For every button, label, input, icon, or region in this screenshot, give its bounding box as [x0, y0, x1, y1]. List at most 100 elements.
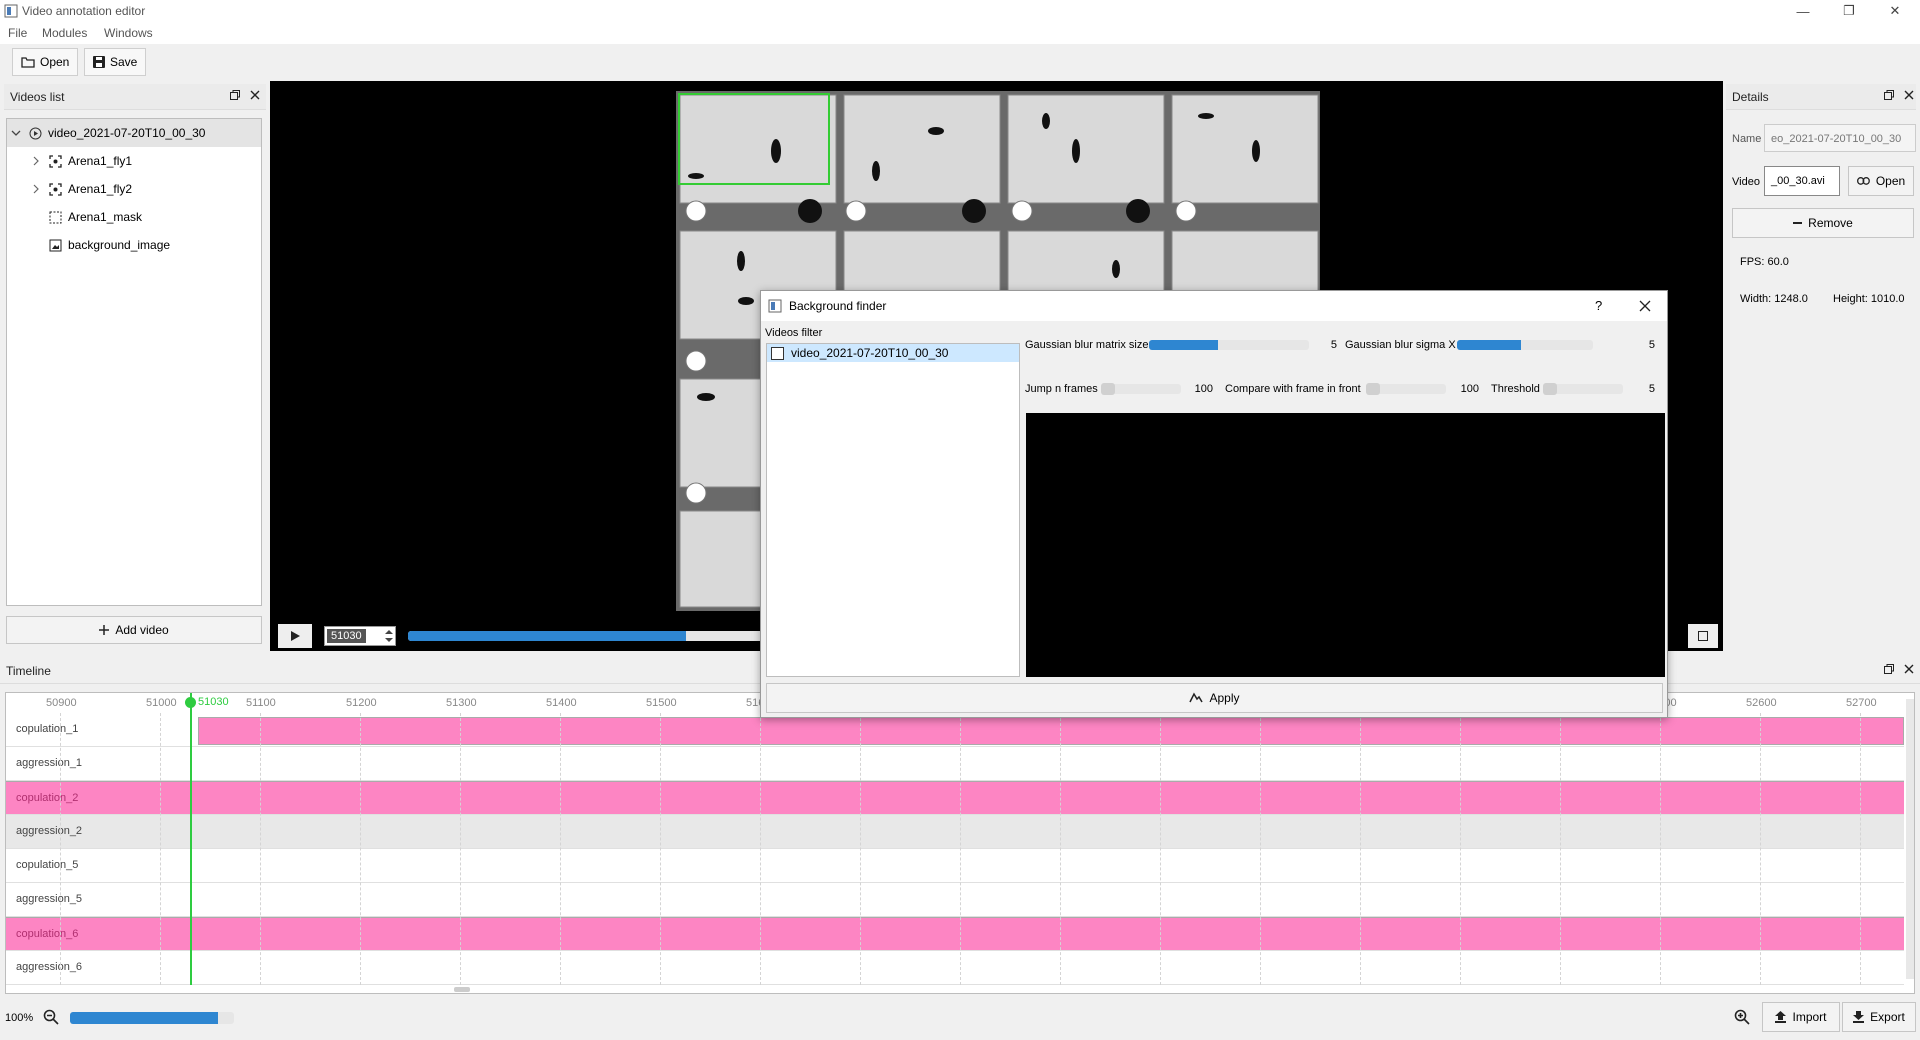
grid-line [60, 713, 61, 985]
tree-item-fly2[interactable]: Arena1_fly2 [7, 175, 261, 203]
param-value: 5 [1330, 339, 1337, 351]
grid-line [1460, 713, 1461, 985]
float-icon[interactable] [1884, 90, 1894, 100]
remove-button[interactable]: Remove [1732, 208, 1914, 238]
import-button[interactable]: Import [1762, 1002, 1840, 1032]
videos-tree: video_2021-07-20T10_00_30 Arena1_fly1 Ar… [6, 118, 262, 606]
param-value: 5 [1648, 383, 1655, 395]
height-value: Height: 1010.0 [1833, 293, 1905, 305]
grid-line [960, 713, 961, 985]
track-label: copulation_6 [16, 928, 79, 940]
param-value: 5 [1648, 339, 1655, 351]
frame-input[interactable]: 51030 [327, 629, 366, 643]
apply-button[interactable]: Apply [766, 683, 1663, 713]
gaussian-sigma-slider[interactable] [1457, 340, 1593, 350]
filter-item-label: video_2021-07-20T10_00_30 [791, 346, 949, 360]
float-icon[interactable] [230, 90, 240, 100]
tree-item-background[interactable]: background_image [7, 231, 261, 259]
annotation-bar[interactable] [198, 717, 1904, 745]
videos-list-title: Videos list [4, 84, 266, 110]
close-icon[interactable] [1904, 90, 1914, 100]
play-icon [290, 631, 300, 641]
name-field[interactable]: eo_2021-07-20T10_00_30 [1764, 124, 1916, 152]
restore-button[interactable]: ❐ [1826, 0, 1872, 22]
close-window-button[interactable]: ✕ [1872, 0, 1918, 22]
timeline-hscroll-handle[interactable] [454, 987, 470, 992]
timeline-cursor-handle[interactable] [185, 697, 196, 708]
grid-line [560, 713, 561, 985]
name-label: Name [1732, 133, 1762, 145]
export-label: Export [1870, 1010, 1905, 1024]
grid-line [860, 713, 861, 985]
ruler-tick-label: 51100 [246, 697, 276, 709]
selected-arena-box[interactable] [678, 93, 830, 185]
zoom-out-icon[interactable] [43, 1009, 59, 1025]
timeline-track[interactable]: copulation_5 [6, 849, 1904, 883]
chevron-right-icon[interactable] [31, 156, 41, 166]
param-label: Threshold [1491, 383, 1540, 395]
zoom-in-icon[interactable] [1734, 1009, 1750, 1025]
fps-value: FPS: 60.0 [1740, 256, 1789, 268]
background-finder-dialog: Background finder ? Videos filter video_… [760, 290, 1668, 718]
ruler-tick-label: 52700 [1846, 697, 1877, 709]
minimize-button[interactable]: — [1780, 0, 1826, 22]
video-label: Video [1732, 176, 1760, 188]
close-icon[interactable] [1904, 664, 1914, 674]
save-button[interactable]: Save [84, 48, 147, 76]
spin-arrows-icon[interactable] [385, 629, 393, 643]
video-icon [29, 127, 42, 140]
track-label: aggression_1 [16, 757, 83, 769]
timeline-track[interactable]: copulation_1 [6, 713, 1904, 747]
timeline-track[interactable]: aggression_5 [6, 883, 1904, 917]
track-label: copulation_1 [16, 723, 79, 735]
grid-line [660, 713, 661, 985]
timeline-track[interactable]: copulation_2 [6, 781, 1904, 815]
tree-item-mask[interactable]: Arena1_mask [7, 203, 261, 231]
chevron-right-icon[interactable] [31, 184, 41, 194]
float-icon[interactable] [1884, 664, 1894, 674]
play-button[interactable] [278, 624, 312, 648]
frame-spinbox[interactable]: 51030 [324, 626, 396, 646]
filter-item[interactable]: video_2021-07-20T10_00_30 [767, 344, 1019, 362]
help-button[interactable]: ? [1595, 298, 1602, 313]
open-video-label: Open [1875, 174, 1906, 188]
jump-frames-slider[interactable] [1101, 383, 1181, 395]
tree-item-fly1[interactable]: Arena1_fly1 [7, 147, 261, 175]
timeline-track[interactable]: aggression_6 [6, 951, 1904, 985]
timeline-vscroll[interactable] [1906, 699, 1914, 979]
image-icon [49, 239, 62, 252]
open-button[interactable]: Open [12, 48, 79, 76]
timeline-panel[interactable]: 5090051000511005120051300514005150051600… [5, 692, 1915, 994]
tree-item-label: video_2021-07-20T10_00_30 [48, 126, 206, 140]
slider-handle[interactable] [1543, 383, 1557, 395]
slider-handle[interactable] [1366, 383, 1380, 395]
add-video-button[interactable]: Add video [6, 616, 262, 644]
gaussian-blur-size-slider[interactable] [1149, 340, 1309, 350]
menu-file[interactable]: File [8, 26, 27, 40]
param-label: Gaussian blur matrix size [1025, 339, 1149, 351]
export-button[interactable]: Export [1842, 1002, 1916, 1032]
background-preview [1026, 413, 1665, 677]
menu-modules[interactable]: Modules [42, 26, 87, 40]
compare-frame-slider[interactable] [1366, 383, 1446, 395]
dialog-app-icon [768, 299, 782, 313]
zoom-slider[interactable] [70, 1012, 234, 1024]
threshold-slider[interactable] [1543, 383, 1623, 395]
timeline-cursor[interactable] [190, 693, 192, 985]
timeline-track[interactable]: aggression_1 [6, 747, 1904, 781]
menu-windows[interactable]: Windows [104, 26, 153, 40]
apply-icon [1189, 692, 1204, 704]
close-icon[interactable] [250, 90, 260, 100]
dialog-close-icon[interactable] [1639, 300, 1651, 312]
timeline-track[interactable]: copulation_6 [6, 917, 1904, 951]
download-icon [1853, 1011, 1865, 1023]
slider-handle[interactable] [1101, 383, 1115, 395]
timeline-track[interactable]: aggression_2 [6, 815, 1904, 849]
video-path-field[interactable]: _00_30.avi [1764, 166, 1840, 196]
chevron-down-icon[interactable] [11, 128, 21, 138]
tree-item-video[interactable]: video_2021-07-20T10_00_30 [7, 119, 261, 147]
open-video-button[interactable]: Open [1848, 166, 1914, 196]
fullscreen-button[interactable] [1688, 624, 1718, 648]
filter-checkbox[interactable] [771, 346, 784, 360]
mask-icon [49, 211, 62, 224]
